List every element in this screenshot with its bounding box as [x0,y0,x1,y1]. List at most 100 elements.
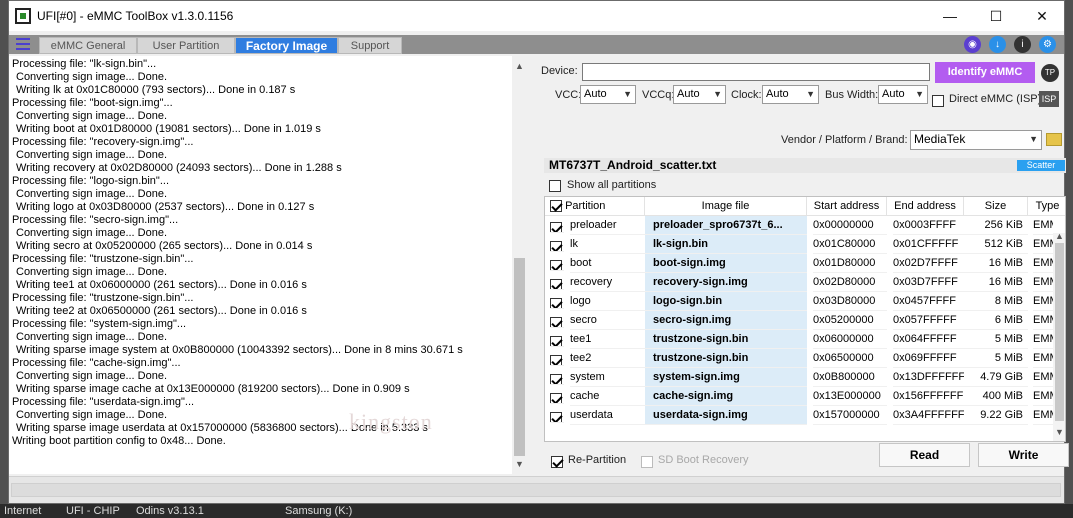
minimize-button[interactable]: — [927,1,973,31]
vcc-select[interactable]: Auto ▼ [580,85,636,104]
header-start-address[interactable]: Start address [807,197,887,216]
tab-support[interactable]: Support [338,37,402,54]
table-row[interactable]: preloader preloader_spro6737t_6... 0x000… [545,216,1053,235]
table-row[interactable]: tee1 trustzone-sign.bin 0x06000000 0x064… [545,330,1053,349]
log-line: Processing file: "secro-sign.img"... [12,214,179,226]
info-icon[interactable]: i [1014,36,1031,53]
read-button[interactable]: Read [879,443,970,467]
row-checkbox[interactable] [550,314,564,328]
globe-icon[interactable]: ◉ [964,36,981,53]
log-scrollbar[interactable]: ▲ ▼ [512,56,527,474]
cell-start-address: 0x06000000 [813,330,887,349]
row-checkbox[interactable] [550,276,564,290]
cell-partition: cache [570,387,645,406]
table-row[interactable]: secro secro-sign.img 0x05200000 0x057FFF… [545,311,1053,330]
row-checkbox[interactable] [550,352,564,366]
write-button[interactable]: Write [978,443,1069,467]
hamburger-menu-icon[interactable] [16,38,30,50]
settings-icon[interactable]: ⚙ [1039,36,1056,53]
header-type[interactable]: Type [1028,197,1065,216]
tab-factory-image[interactable]: Factory Image [235,37,338,54]
table-scrollbar[interactable]: ▲ ▼ [1053,231,1065,441]
row-checkbox[interactable] [550,257,564,271]
scroll-down-icon[interactable]: ▼ [512,457,527,472]
cell-image-file[interactable]: lk-sign.bin [645,235,807,254]
cell-image-file[interactable]: preloader_spro6737t_6... [645,216,807,235]
folder-icon[interactable] [1046,133,1062,146]
bus-width-select[interactable]: Auto ▼ [878,85,928,104]
log-line: Writing logo at 0x03D80000 (2537 sectors… [16,201,315,213]
cell-start-address: 0x01D80000 [813,254,887,273]
cell-image-file[interactable]: trustzone-sign.bin [645,330,807,349]
cell-type: EMM [1033,216,1053,235]
maximize-button[interactable]: ☐ [973,1,1019,31]
taskbar-item[interactable]: Internet [4,505,41,517]
download-icon[interactable]: ↓ [989,36,1006,53]
table-row[interactable]: boot boot-sign.img 0x01D80000 0x02D7FFFF… [545,254,1053,273]
tab-emmc-general[interactable]: eMMC General [39,37,137,54]
row-checkbox[interactable] [550,409,564,423]
cell-end-address: 0x0003FFFF [893,216,964,235]
row-checkbox[interactable] [550,219,564,233]
cell-end-address: 0x064FFFFF [893,330,964,349]
scroll-thumb[interactable] [514,258,525,456]
row-checkbox[interactable] [550,371,564,385]
scroll-up-icon[interactable]: ▲ [512,59,527,74]
cell-end-address: 0x02D7FFFF [893,254,964,273]
cell-type: EMM [1033,292,1053,311]
cell-size: 400 MiB [964,387,1028,406]
cell-size: 6 MiB [964,311,1028,330]
table-row[interactable]: userdata userdata-sign.img 0x157000000 0… [545,406,1053,425]
log-line: Converting sign image... Done. [16,71,168,83]
taskbar-item[interactable]: Odins v3.13.1 [136,505,204,517]
close-button[interactable]: ✕ [1019,1,1065,31]
cell-size: 16 MiB [964,273,1028,292]
tab-user-partition[interactable]: User Partition [137,37,235,54]
identify-emmc-button[interactable]: Identify eMMC [935,62,1035,83]
header-partition[interactable]: Partition [545,197,645,216]
scroll-up-icon[interactable]: ▲ [1053,231,1065,241]
cell-partition: tee2 [570,349,645,368]
cell-size: 5 MiB [964,349,1028,368]
isp-badge[interactable]: ISP [1039,91,1059,107]
table-row[interactable]: system system-sign.img 0x0B800000 0x13DF… [545,368,1053,387]
cell-image-file[interactable]: userdata-sign.img [645,406,807,425]
cell-type: EMM [1033,273,1053,292]
header-end-address[interactable]: End address [887,197,964,216]
factory-image-panel: Device: Identify eMMC TP VCC: Auto ▼ VCCq… [534,56,1069,474]
row-checkbox[interactable] [550,238,564,252]
vendor-select[interactable]: MediaTek ▼ [910,130,1042,150]
header-size[interactable]: Size [964,197,1028,216]
header-image-file[interactable]: Image file [645,197,807,216]
scroll-down-icon[interactable]: ▼ [1053,427,1065,437]
cell-partition: userdata [570,406,645,425]
table-row[interactable]: tee2 trustzone-sign.bin 0x06500000 0x069… [545,349,1053,368]
cell-image-file[interactable]: boot-sign.img [645,254,807,273]
sd-boot-recovery-checkbox[interactable] [641,454,653,468]
cell-image-file[interactable]: logo-sign.bin [645,292,807,311]
watermark-text: kingston [349,409,433,434]
vccq-select[interactable]: Auto ▼ [673,85,726,104]
tp-button[interactable]: TP [1041,64,1059,82]
direct-emmc-checkbox[interactable] [932,93,944,107]
show-all-partitions-checkbox[interactable] [549,178,561,192]
row-checkbox[interactable] [550,390,564,404]
taskbar-item[interactable]: Samsung (K:) [285,505,352,517]
repartition-checkbox[interactable] [551,454,563,468]
cell-image-file[interactable]: recovery-sign.img [645,273,807,292]
table-row[interactable]: recovery recovery-sign.img 0x02D80000 0x… [545,273,1053,292]
row-checkbox[interactable] [550,295,564,309]
table-row[interactable]: logo logo-sign.bin 0x03D80000 0x0457FFFF… [545,292,1053,311]
scatter-file-bar: MT6737T_Android_scatter.txt Scatter [544,158,1066,173]
cell-image-file[interactable]: secro-sign.img [645,311,807,330]
scroll-thumb[interactable] [1055,243,1064,421]
cell-image-file[interactable]: cache-sign.img [645,387,807,406]
device-input[interactable] [582,63,930,81]
row-checkbox[interactable] [550,333,564,347]
cell-image-file[interactable]: system-sign.img [645,368,807,387]
clock-select[interactable]: Auto ▼ [762,85,819,104]
table-row[interactable]: lk lk-sign.bin 0x01C80000 0x01CFFFFF 512… [545,235,1053,254]
table-row[interactable]: cache cache-sign.img 0x13E000000 0x156FF… [545,387,1053,406]
cell-image-file[interactable]: trustzone-sign.bin [645,349,807,368]
taskbar-item[interactable]: UFI - CHIP [66,505,120,517]
